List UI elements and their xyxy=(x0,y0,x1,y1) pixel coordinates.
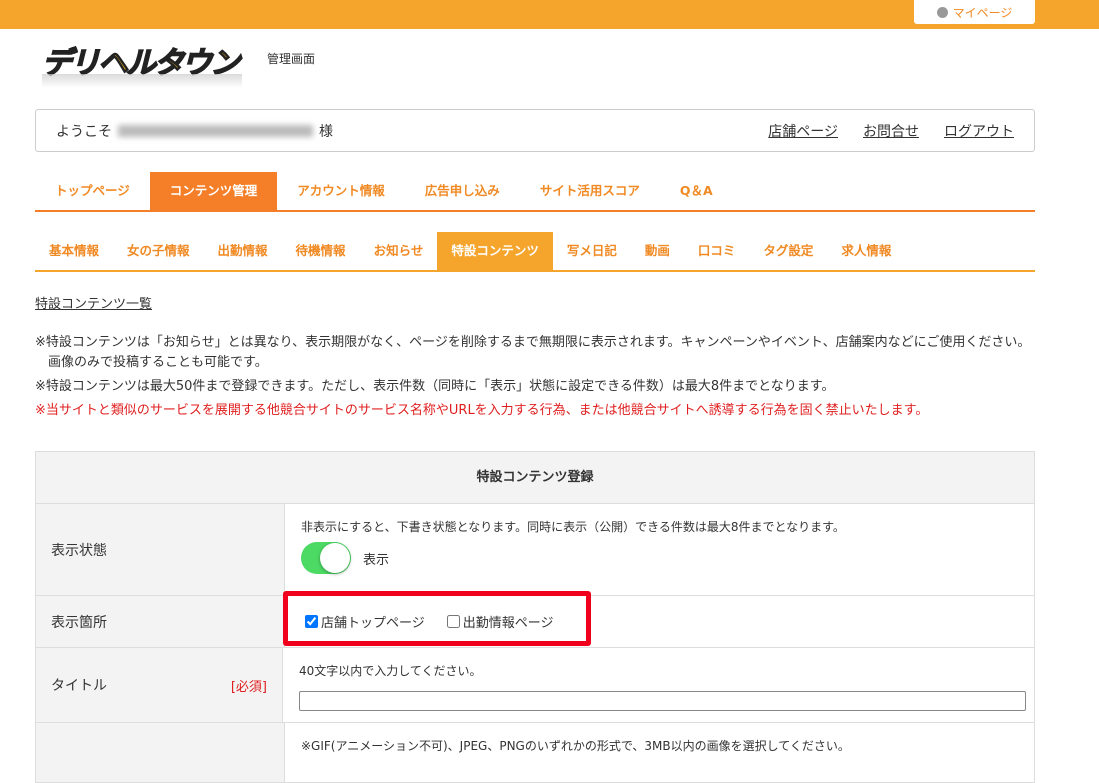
tab-account[interactable]: アカウント情報 xyxy=(277,172,405,210)
tab-top[interactable]: トップページ xyxy=(35,172,150,210)
location-row: 表示箇所 店舗トップページ 出勤情報ページ xyxy=(36,596,1034,648)
tab-score[interactable]: サイト活用スコア xyxy=(520,172,660,210)
note: ※特設コンテンツは最大50件まで登録できます。ただし、表示件数（同時に「表示」状… xyxy=(35,379,835,394)
shop-page-link[interactable]: 店舗ページ xyxy=(768,121,838,141)
subtab-special[interactable]: 特設コンテンツ xyxy=(437,232,553,270)
form-title: 特設コンテンツ登録 xyxy=(36,452,1034,504)
sub-nav: 基本情報 女の子情報 出勤情報 待機情報 お知らせ 特設コンテンツ 写メ日記 動… xyxy=(35,232,1035,272)
logout-link[interactable]: ログアウト xyxy=(944,121,1014,141)
welcome-bar: ようこそ様 店舗ページ お問合せ ログアウト xyxy=(35,109,1035,152)
notes: ※特設コンテンツは「お知らせ」とは異なり、表示期限がなく、ページを削除するまで無… xyxy=(35,333,1035,425)
warning-note: ※当サイトと類似のサービスを展開する他競合サイトのサービス名称やURLを入力する… xyxy=(35,403,929,418)
tab-contents[interactable]: コンテンツ管理 xyxy=(149,172,278,210)
tab-qa[interactable]: Q＆A xyxy=(660,172,733,210)
tab-ads[interactable]: 広告申し込み xyxy=(405,172,520,210)
contact-link[interactable]: お問合せ xyxy=(863,121,919,141)
admin-label: 管理画面 xyxy=(267,52,316,66)
subtab-girls[interactable]: 女の子情報 xyxy=(113,232,204,270)
special-content-form: 特設コンテンツ登録 表示状態 非表示にすると、下書き状態となります。同時に表示（… xyxy=(35,451,1035,783)
image-row: ※GIF(アニメーション不可)、JPEG、PNGのいずれかの形式で、3MB以内の… xyxy=(36,723,1034,783)
blurred-username xyxy=(118,124,313,137)
title-row: タイトル [必須] 40文字以内で入力してください。 xyxy=(36,648,1034,723)
subtab-basic[interactable]: 基本情報 xyxy=(35,232,113,270)
schedule-page-checkbox[interactable]: 出勤情報ページ xyxy=(446,612,554,631)
subtab-recruit[interactable]: 求人情報 xyxy=(827,232,905,270)
subtab-standby[interactable]: 待機情報 xyxy=(282,232,360,270)
special-list-link[interactable]: 特設コンテンツ一覧 xyxy=(35,293,152,312)
subtab-reviews[interactable]: 口コミ xyxy=(684,232,750,270)
status-row: 表示状態 非表示にすると、下書き状態となります。同時に表示（公開）できる件数は最… xyxy=(36,504,1034,596)
subtab-schedule[interactable]: 出勤情報 xyxy=(204,232,282,270)
subtab-news[interactable]: お知らせ xyxy=(360,232,438,270)
note: ※特設コンテンツは「お知らせ」とは異なり、表示期限がなく、ページを削除するまで無… xyxy=(35,335,1031,370)
user-icon xyxy=(936,6,948,18)
display-toggle[interactable] xyxy=(301,542,351,574)
logo[interactable]: デリヘルタウン xyxy=(41,38,247,88)
title-input[interactable] xyxy=(299,691,1026,711)
shop-top-checkbox[interactable]: 店舗トップページ xyxy=(305,612,425,631)
subtab-video[interactable]: 動画 xyxy=(631,232,684,270)
subtab-diary[interactable]: 写メ日記 xyxy=(553,232,631,270)
mypage-button[interactable]: マイページ xyxy=(914,0,1035,24)
top-bar: マイページ xyxy=(0,0,1099,29)
subtab-tags[interactable]: タグ設定 xyxy=(749,232,827,270)
main-nav: トップページ コンテンツ管理 アカウント情報 広告申し込み サイト活用スコア Q… xyxy=(35,172,1035,212)
